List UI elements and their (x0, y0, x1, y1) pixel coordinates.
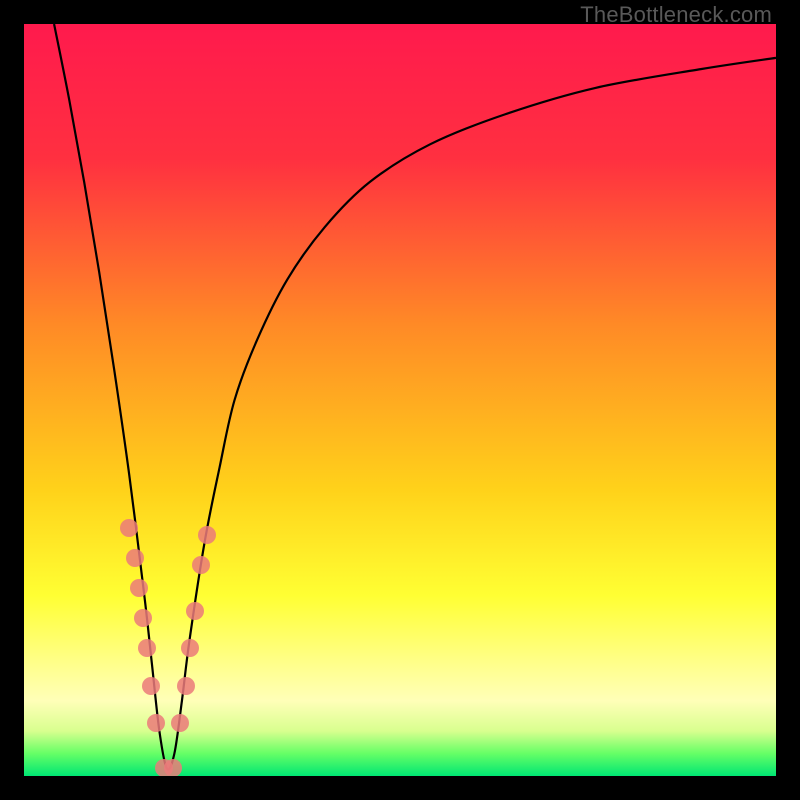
data-marker (120, 519, 138, 537)
data-marker (134, 609, 152, 627)
chart-frame: TheBottleneck.com (0, 0, 800, 800)
data-marker (171, 714, 189, 732)
data-marker (164, 759, 182, 776)
data-marker (138, 639, 156, 657)
data-marker (198, 526, 216, 544)
data-marker (177, 677, 195, 695)
bottleneck-curve (24, 24, 776, 776)
data-marker (186, 602, 204, 620)
data-marker (147, 714, 165, 732)
plot-area (24, 24, 776, 776)
data-marker (192, 556, 210, 574)
data-marker (126, 549, 144, 567)
data-marker (181, 639, 199, 657)
data-marker (142, 677, 160, 695)
data-marker (130, 579, 148, 597)
